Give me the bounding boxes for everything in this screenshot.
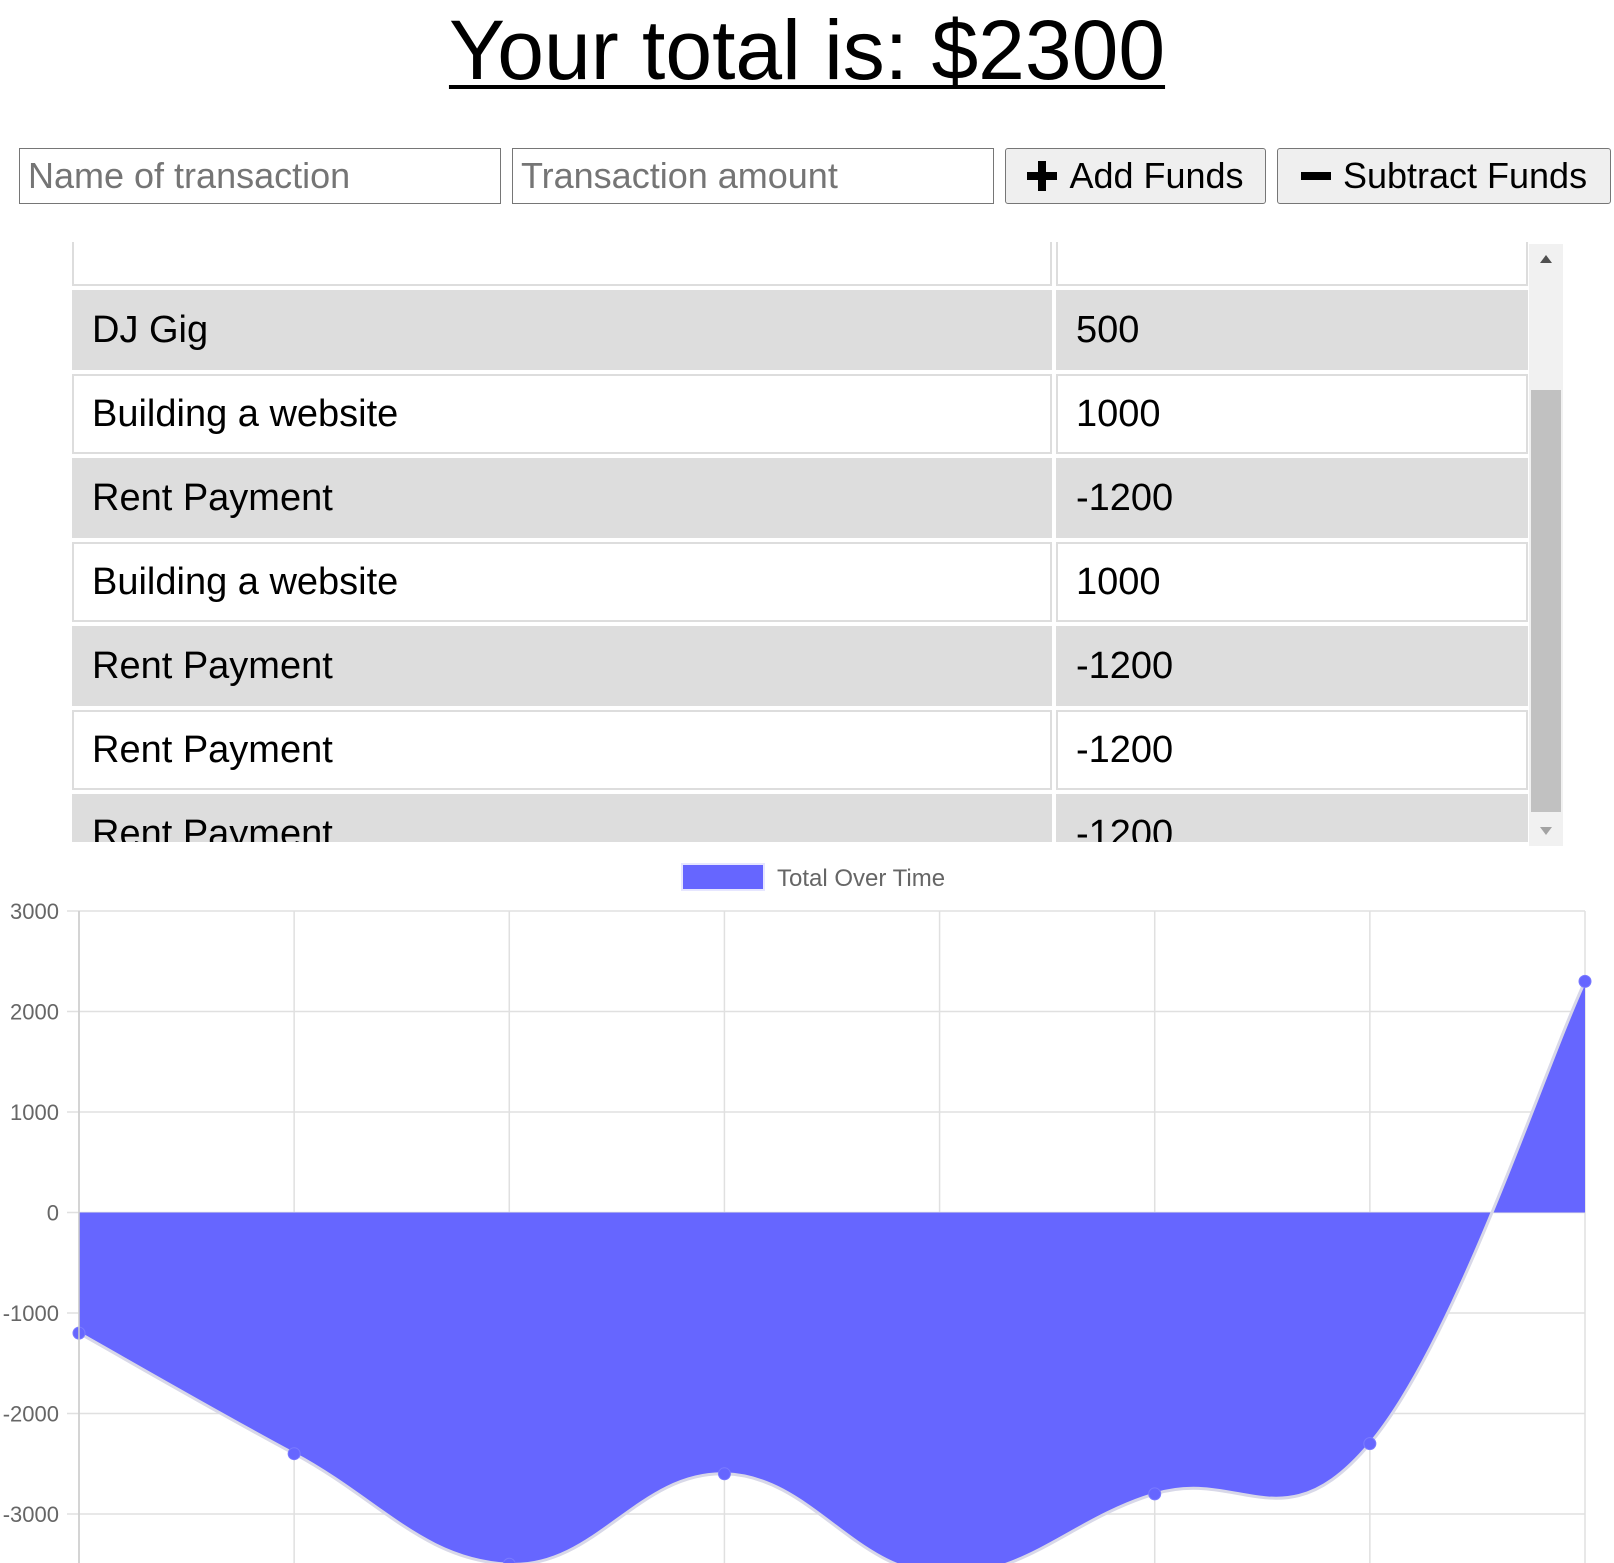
transaction-name-input[interactable]: [19, 148, 501, 204]
total-over-time-chart: 3000 2000 1000 0 -1000 -2000 -3000 Total Over T…: [3, 863, 1592, 1563]
transaction-amount-input[interactable]: [512, 148, 994, 204]
transaction-amount-cell: -1200: [1056, 794, 1528, 842]
y-tick-label: 3000: [10, 899, 59, 924]
table-row: Rent Payment -1200: [72, 710, 1528, 790]
minus-icon: [1300, 161, 1331, 191]
add-funds-button[interactable]: Add Funds: [1005, 148, 1266, 204]
plus-icon: [1027, 161, 1058, 191]
y-tick-label: -1000: [3, 1301, 59, 1326]
scroll-up-arrow-icon[interactable]: [1529, 244, 1563, 274]
y-tick-label: -2000: [3, 1402, 59, 1427]
transaction-amount-cell: 1000: [1056, 374, 1528, 454]
transaction-amount-cell: -1200: [1056, 626, 1528, 706]
transaction-name-cell: Rent Payment: [72, 626, 1052, 706]
total-heading: Your total is: $2300: [448, 3, 1166, 97]
transaction-name-cell: [72, 242, 1052, 286]
subtract-funds-label: Subtract Funds: [1342, 155, 1588, 196]
table-row: [72, 242, 1528, 286]
data-point: [1148, 1487, 1162, 1501]
scrollbar-thumb[interactable]: [1531, 390, 1561, 812]
table-row: Building a website 1000: [72, 374, 1528, 454]
transactions-table-container[interactable]: DJ Gig 500 Building a website 1000 Rent …: [72, 242, 1564, 842]
transaction-name-cell: Building a website: [72, 542, 1052, 622]
table-scrollbar[interactable]: [1529, 244, 1563, 846]
transaction-amount-cell: [1056, 242, 1528, 286]
legend-label: Total Over Time: [777, 865, 945, 892]
table-row: Building a website 1000: [72, 542, 1528, 622]
transaction-amount-cell: 500: [1056, 290, 1528, 370]
y-tick-label: 2000: [10, 1000, 59, 1025]
transactions-table: DJ Gig 500 Building a website 1000 Rent …: [72, 242, 1532, 842]
area-fill: [79, 981, 1585, 1563]
y-tick-label: -3000: [3, 1502, 59, 1527]
y-tick-label: 1000: [10, 1100, 59, 1125]
transaction-amount-cell: -1200: [1056, 458, 1528, 538]
legend-swatch: [681, 863, 765, 891]
y-tick-label: 0: [47, 1201, 59, 1226]
transaction-name-cell: Rent Payment: [72, 458, 1052, 538]
add-funds-label: Add Funds: [1069, 155, 1244, 196]
data-point: [717, 1467, 731, 1481]
data-point: [1578, 974, 1592, 988]
transaction-amount-cell: 1000: [1056, 542, 1528, 622]
transaction-amount-cell: -1200: [1056, 710, 1528, 790]
transaction-name-cell: Rent Payment: [72, 710, 1052, 790]
scroll-down-arrow-icon[interactable]: [1529, 816, 1563, 846]
table-row: DJ Gig 500: [72, 290, 1528, 370]
table-row: Rent Payment -1200: [72, 458, 1528, 538]
table-row: Rent Payment -1200: [72, 626, 1528, 706]
table-row: Rent Payment -1200: [72, 794, 1528, 842]
data-point: [1363, 1437, 1377, 1451]
data-point: [287, 1447, 301, 1461]
transaction-name-cell: Building a website: [72, 374, 1052, 454]
transaction-name-cell: Rent Payment: [72, 794, 1052, 842]
subtract-funds-button[interactable]: Subtract Funds: [1277, 148, 1611, 204]
transaction-name-cell: DJ Gig: [72, 290, 1052, 370]
